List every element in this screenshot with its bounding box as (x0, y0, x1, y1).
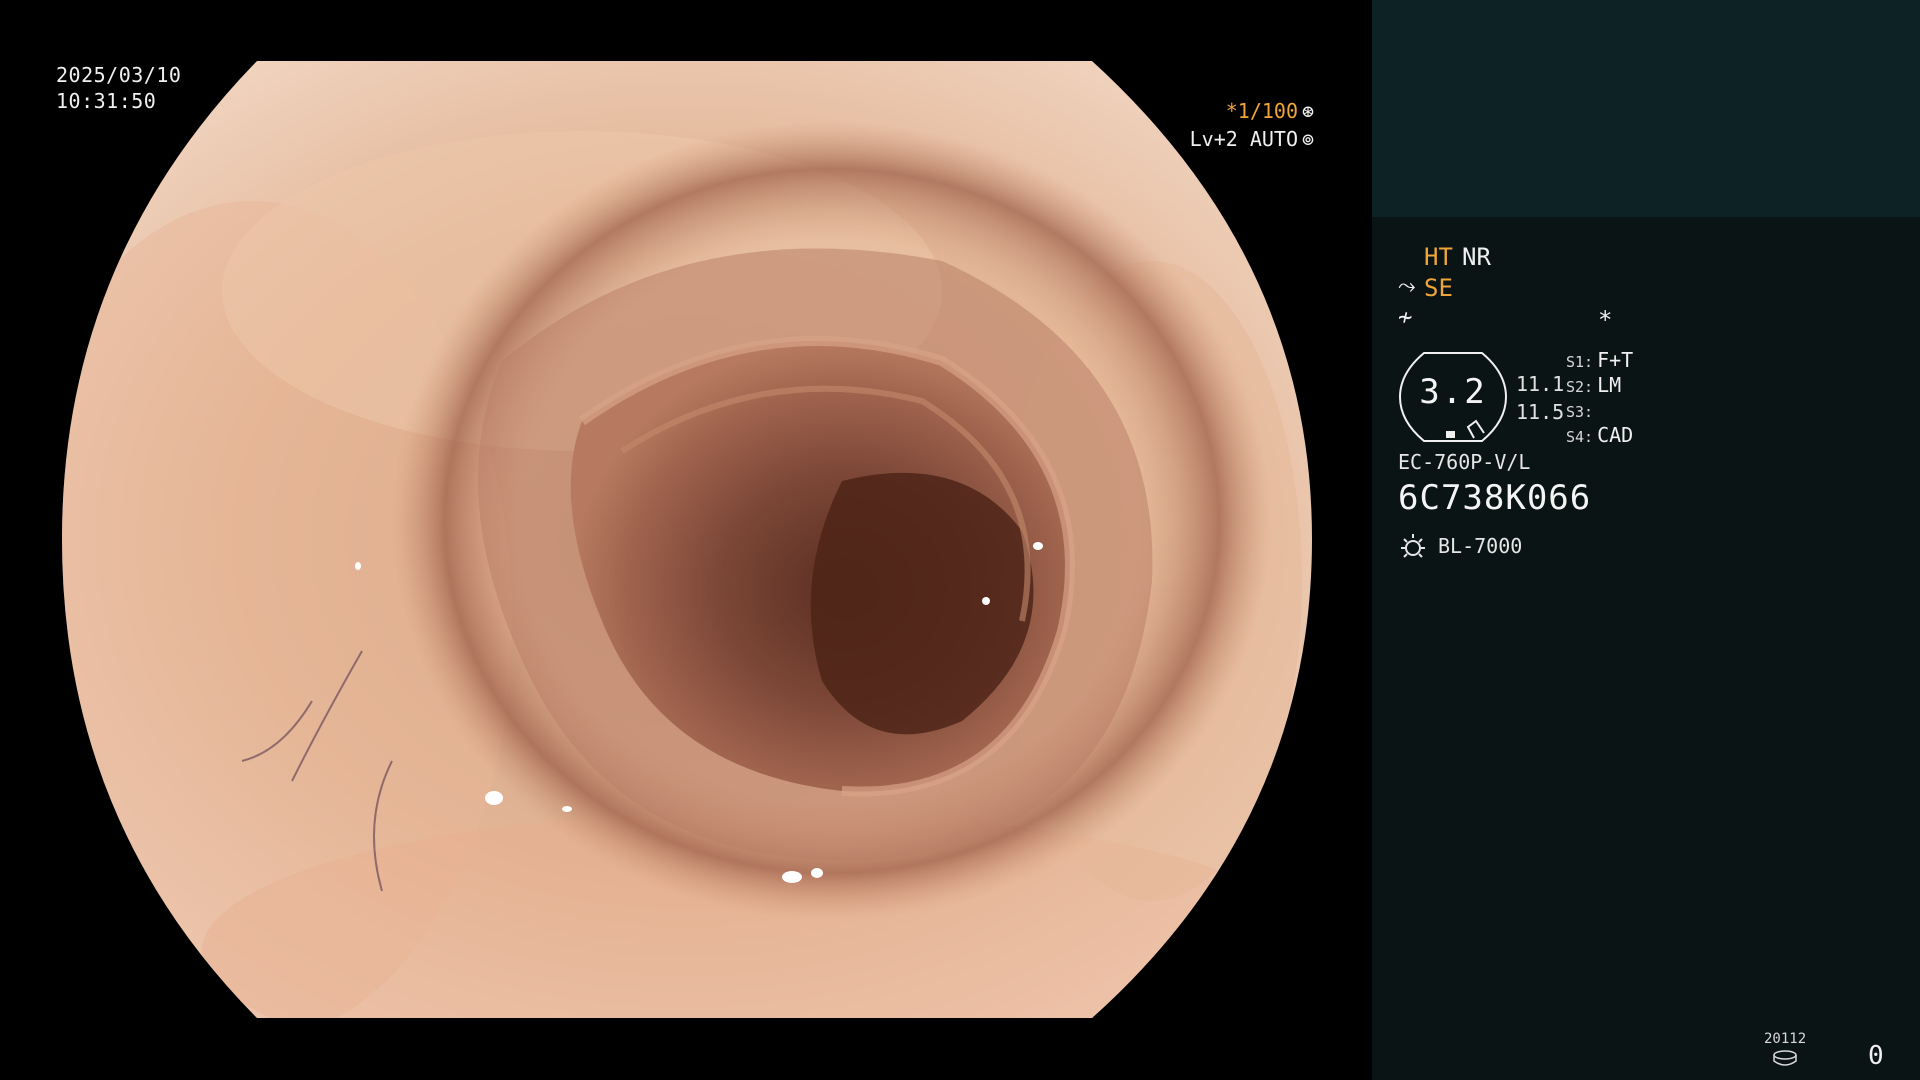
switch-s3-key: S3: (1566, 403, 1594, 421)
value-lower: 11.5 (1516, 400, 1565, 424)
iris-mode: Lv+2 AUTO ⊚ (1190, 126, 1318, 152)
iris-circle-icon: ⊚ (1301, 127, 1315, 151)
iris-value: Lv+2 AUTO (1189, 127, 1298, 151)
capture-date: 2025/03/10 (56, 63, 182, 87)
shutter-speed: *1/100 ⊛ (1226, 98, 1318, 124)
scope-serial: 6C738K066 (1398, 478, 1592, 518)
switch-s1: S1: F+T (1566, 348, 1633, 374)
endoscope-view: 2025/03/10 10:31:50 *1/100 ⊛ Lv+2 AUTO ⊚ (0, 0, 1372, 1080)
switch-s4-value: CAD (1597, 423, 1634, 447)
sun-icon (1401, 534, 1425, 558)
storage-counter-label: 20112 (1764, 1031, 1807, 1047)
switch-s2: S2: LM (1566, 373, 1621, 399)
image-counter: 0 (1868, 1041, 1884, 1071)
switch-s4: S4: CAD (1566, 423, 1633, 449)
info-panel: HT NR ⤳ SE ≁ * 3.2 11.1 11.5 S1: F+T S2: L… (1372, 0, 1920, 1080)
disk-icon (1773, 1050, 1797, 1066)
switch-s2-value: LM (1597, 373, 1622, 397)
scope-model: EC-760P-V/L (1398, 450, 1531, 474)
switch-s2-key: S2: (1566, 378, 1594, 396)
endoscopic-image (62, 61, 1312, 1018)
enhance-curve-icon: ⤳ (1398, 274, 1416, 299)
capture-time: 10:31:50 (56, 89, 157, 113)
value-upper: 11.1 (1516, 372, 1565, 396)
shutter-value: *1/100 (1225, 99, 1298, 123)
light-source: BL-7000 (1438, 534, 1523, 558)
nr-indicator: NR (1462, 243, 1491, 271)
f-curve-icon: ≁ (1398, 303, 1413, 331)
asterisk-circle-icon: ⊛ (1301, 99, 1315, 123)
switch-s4-key: S4: (1566, 428, 1594, 446)
scale-value: 3.2 (1419, 372, 1487, 412)
switch-s1-value: F+T (1597, 348, 1634, 372)
ht-indicator: HT (1424, 243, 1453, 271)
switch-s3: S3: (1566, 398, 1597, 424)
star-indicator: * (1598, 306, 1613, 334)
panel-header-area (1372, 0, 1920, 217)
se-indicator: SE (1424, 274, 1453, 302)
switch-s1-key: S1: (1566, 353, 1594, 371)
